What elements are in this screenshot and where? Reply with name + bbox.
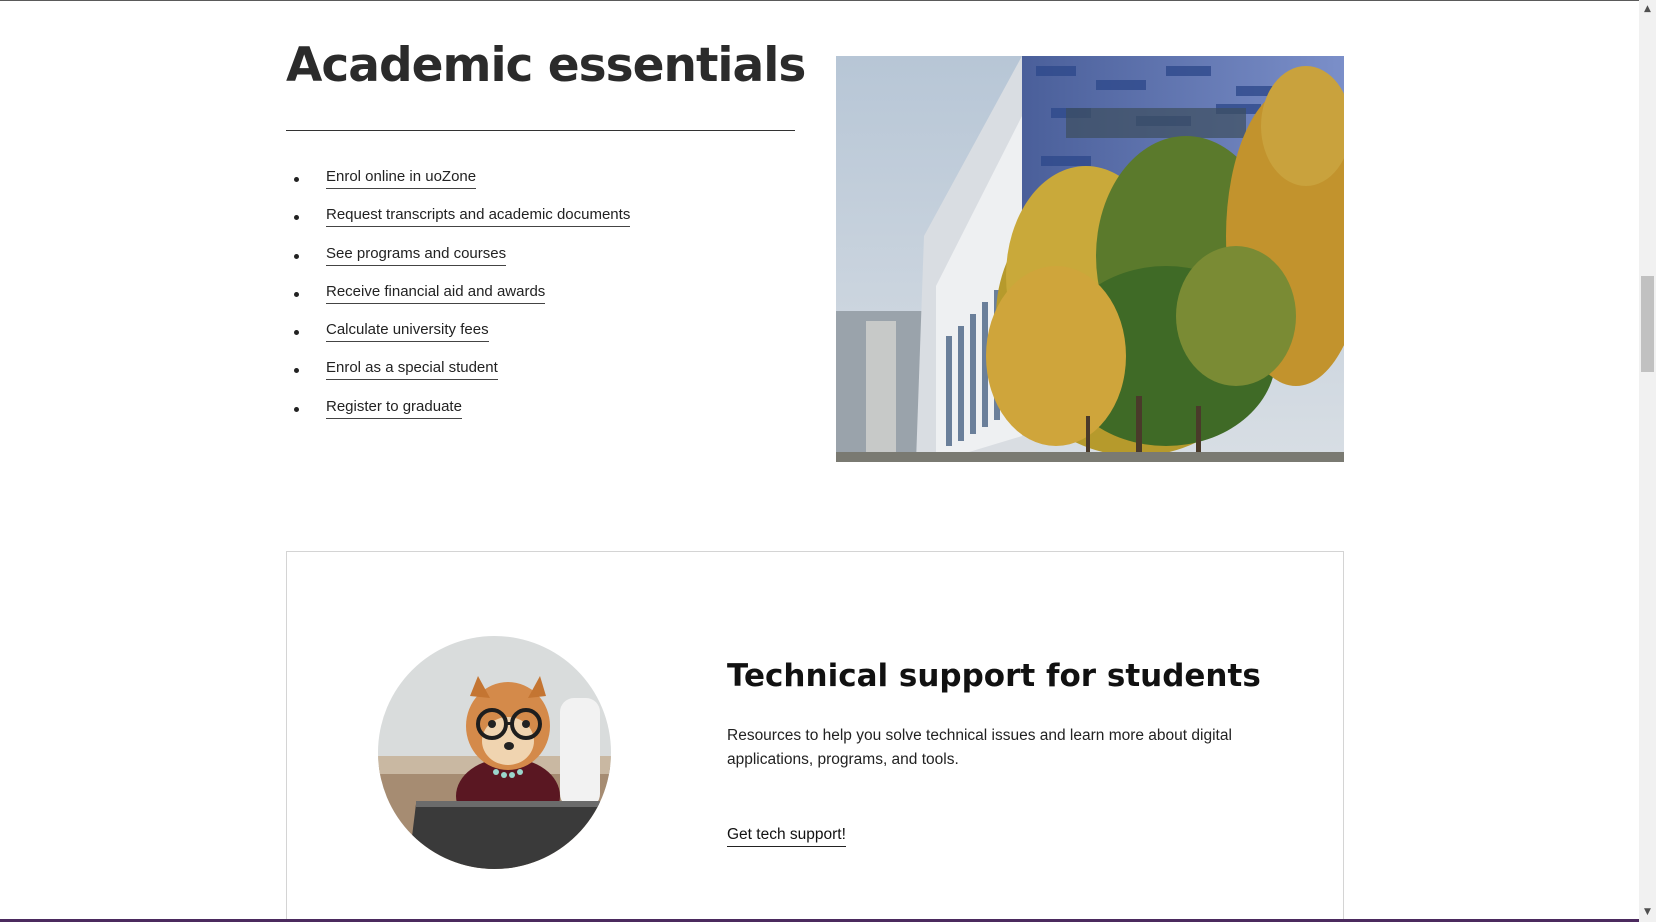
- academic-essentials-heading: Academic essentials: [286, 38, 806, 93]
- link-register-graduate[interactable]: Register to graduate: [326, 396, 462, 419]
- scrollbar-thumb[interactable]: [1641, 276, 1654, 372]
- bullet-icon: [294, 253, 299, 259]
- page-viewport: Academic essentials Enrol online in uoZo…: [0, 0, 1656, 922]
- scroll-down-arrow-icon[interactable]: ▼: [1639, 903, 1656, 920]
- tech-support-description: Resources to help you solve technical is…: [727, 727, 1232, 768]
- get-tech-support-link[interactable]: Get tech support!: [727, 824, 846, 847]
- vertical-scrollbar[interactable]: ▲ ▼: [1639, 0, 1656, 922]
- bullet-icon: [294, 215, 299, 221]
- link-request-transcripts[interactable]: Request transcripts and academic documen…: [326, 204, 631, 228]
- link-special-student[interactable]: Enrol as a special student: [326, 357, 498, 381]
- dog-with-glasses-photo: [378, 636, 611, 869]
- campus-building-photo: [836, 56, 1344, 462]
- top-divider: [0, 0, 1639, 1]
- scroll-up-arrow-icon[interactable]: ▲: [1639, 0, 1656, 17]
- bullet-icon: [294, 368, 299, 374]
- link-enrol-uozone[interactable]: Enrol online in uoZone: [326, 166, 477, 189]
- link-university-fees[interactable]: Calculate university fees: [326, 319, 489, 343]
- link-programs-courses[interactable]: See programs and courses: [326, 243, 507, 266]
- bullet-icon: [294, 177, 299, 182]
- heading-divider: [286, 130, 795, 131]
- bullet-icon: [294, 406, 299, 412]
- bullet-icon: [294, 291, 299, 297]
- link-financial-aid[interactable]: Receive financial aid and awards: [326, 281, 546, 304]
- tech-support-heading: Technical support for students: [727, 658, 1261, 694]
- bullet-icon: [294, 330, 299, 336]
